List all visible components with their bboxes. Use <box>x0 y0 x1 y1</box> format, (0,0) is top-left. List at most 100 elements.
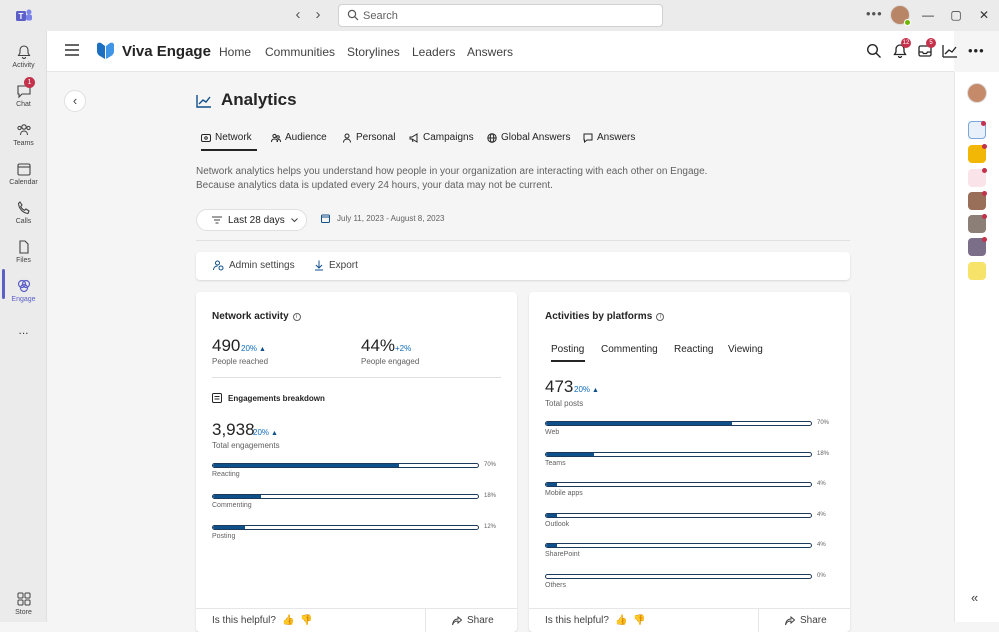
app-more-icon[interactable]: ••• <box>968 43 985 58</box>
card-title-text: Network activity <box>212 311 289 322</box>
rail-label: Calls <box>15 218 32 225</box>
phone-icon <box>17 201 30 215</box>
rail-label: Store <box>15 609 32 616</box>
page-title: Analytics <box>221 90 297 109</box>
app-icon-emoji[interactable] <box>968 262 986 280</box>
tab-label: Network <box>215 132 252 143</box>
trend-up-icon: ▲ <box>590 387 599 394</box>
search-placeholder: Search <box>363 10 398 22</box>
app-icon-heart[interactable] <box>968 168 987 187</box>
rail-label: Engage <box>11 296 36 303</box>
forward-arrow-icon[interactable]: › <box>310 7 326 23</box>
nav-home[interactable]: Home <box>219 45 251 59</box>
bar-fill <box>546 513 557 517</box>
contact-avatar[interactable] <box>968 237 987 256</box>
user-avatar[interactable] <box>890 5 911 26</box>
tab-personal[interactable]: Personal <box>342 132 395 143</box>
bar-fill <box>546 452 594 456</box>
hamburger-menu-icon[interactable] <box>65 44 79 56</box>
user-avatar[interactable] <box>967 83 987 103</box>
divider <box>196 240 850 241</box>
thumbs-up-icon[interactable]: 👍 <box>615 615 627 626</box>
rail-item-files[interactable]: Files <box>0 235 47 271</box>
card-footer: Is this helpful? 👍 👎 Share <box>196 608 517 632</box>
back-arrow-icon[interactable]: ‹ <box>290 7 306 23</box>
export-button[interactable]: Export <box>314 260 358 271</box>
rail-item-calendar[interactable]: Calendar <box>0 157 47 193</box>
contact-avatar[interactable] <box>968 191 987 210</box>
tab-commenting[interactable]: Commenting <box>601 344 658 355</box>
tab-viewing[interactable]: Viewing <box>728 344 763 355</box>
tab-global-answers[interactable]: Global Answers <box>487 132 570 143</box>
answers-icon <box>583 133 593 143</box>
tab-answers[interactable]: Answers <box>583 132 635 143</box>
share-button[interactable]: Share <box>452 615 494 626</box>
tab-audience[interactable]: Audience <box>271 132 327 143</box>
presence-icon <box>904 19 911 26</box>
admin-settings-button[interactable]: Admin settings <box>213 260 295 271</box>
nav-communities[interactable]: Communities <box>265 45 335 59</box>
tab-reacting[interactable]: Reacting <box>674 344 713 355</box>
bar-label: Outlook <box>545 520 570 528</box>
collapse-icon[interactable]: « <box>971 590 978 605</box>
total-posts-change: 20% ▲ <box>574 385 599 394</box>
rail-item-store[interactable]: Store <box>0 587 47 623</box>
bar-track <box>212 494 479 499</box>
active-tab-indicator <box>201 149 257 151</box>
filter-icon <box>212 216 222 224</box>
contact-avatar[interactable] <box>968 214 987 233</box>
nav-leaders[interactable]: Leaders <box>412 45 455 59</box>
description-line: Network analytics helps you understand h… <box>196 166 708 177</box>
rail-label: Files <box>16 257 31 264</box>
info-icon[interactable]: i <box>292 312 301 321</box>
rail-item-activity[interactable]: Activity <box>0 40 47 76</box>
admin-settings-icon <box>213 260 224 271</box>
tab-label: Personal <box>356 132 396 143</box>
thumbs-up-icon[interactable]: 👍 <box>282 615 294 626</box>
back-button[interactable]: ‹ <box>64 90 86 112</box>
maximize-icon[interactable]: ▢ <box>948 7 964 23</box>
nav-storylines[interactable]: Storylines <box>347 45 400 59</box>
bar-fill <box>213 464 399 467</box>
inbox-badge: 5 <box>926 38 936 48</box>
close-icon[interactable]: ✕ <box>976 7 992 23</box>
bar-value: 18% <box>817 450 830 457</box>
rail-item-chat[interactable]: Chat 1 <box>0 77 47 115</box>
share-button[interactable]: Share <box>785 615 827 626</box>
more-apps-icon[interactable]: ... <box>0 323 47 359</box>
rail-item-teams[interactable]: Teams <box>0 118 47 154</box>
people-engaged-label: People engaged <box>361 357 420 366</box>
bar-label: Web <box>545 429 560 436</box>
total-engagements-label: Total engagements <box>212 441 280 450</box>
bar-label: Reacting <box>212 471 240 478</box>
trend-up-icon: ▲ <box>257 346 266 353</box>
svg-text:T: T <box>19 12 24 21</box>
people-engaged-change: +2% <box>395 344 412 353</box>
more-options-icon[interactable]: ••• <box>866 6 883 21</box>
tab-posting[interactable]: Posting <box>551 344 584 355</box>
trend-up-icon: ▲ <box>269 430 278 437</box>
notification-dot <box>982 144 987 149</box>
notification-dot <box>982 191 987 196</box>
bar-track <box>545 573 812 579</box>
nav-answers[interactable]: Answers <box>467 45 513 59</box>
tab-network[interactable]: Network <box>201 132 252 143</box>
rail-item-calls[interactable]: Calls <box>0 196 47 232</box>
date-range-dropdown[interactable]: Last 28 days <box>196 209 307 231</box>
thumbs-down-icon[interactable]: 👎 <box>633 615 645 626</box>
analytics-icon[interactable] <box>942 43 958 59</box>
analytics-icon <box>196 95 211 108</box>
info-icon[interactable]: i <box>656 312 665 321</box>
teams-logo-icon: T <box>16 9 32 21</box>
tab-campaigns[interactable]: Campaigns <box>409 132 474 143</box>
change-value: 20% <box>241 344 258 353</box>
app-icon-yellow[interactable] <box>968 144 987 163</box>
rail-item-engage[interactable]: Engage <box>0 274 47 310</box>
thumbs-down-icon[interactable]: 👎 <box>300 615 312 626</box>
search-input[interactable]: Search <box>338 4 663 27</box>
app-icon-c[interactable] <box>968 121 986 139</box>
search-icon[interactable] <box>866 43 882 59</box>
minimize-icon[interactable]: — <box>920 7 936 23</box>
bell-icon <box>17 45 30 59</box>
rail-label: Activity <box>12 62 35 69</box>
